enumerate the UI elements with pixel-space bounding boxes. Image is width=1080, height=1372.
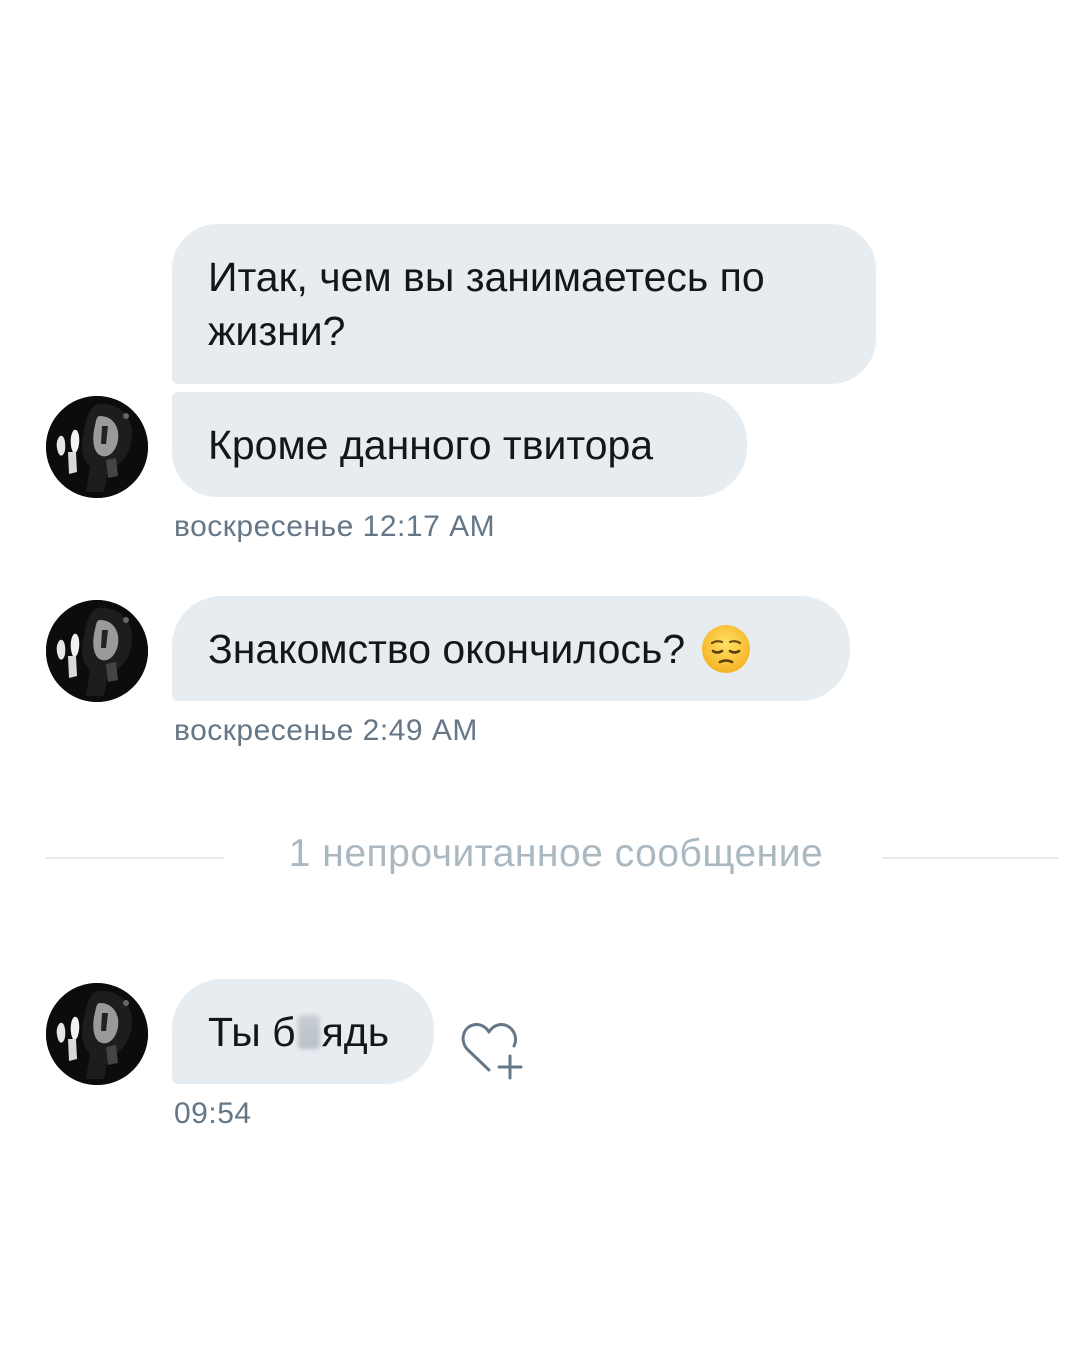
message-text: Знакомство окончилось? <box>208 625 686 672</box>
avatar[interactable] <box>46 983 148 1085</box>
divider-line-right <box>882 857 1058 859</box>
message-text-end: ядь <box>321 1008 390 1055</box>
message-text-start: Ты б <box>208 1008 296 1055</box>
divider-line-left <box>46 857 224 859</box>
message-text: Итак, чем вы занимаетесь по жизни? <box>208 254 765 354</box>
message-bubble[interactable]: Кроме данного твитора <box>172 392 747 497</box>
avatar[interactable] <box>46 600 148 702</box>
message-text: Кроме данного твитора <box>208 421 654 468</box>
message-timestamp: 09:54 <box>174 1097 252 1130</box>
message-bubble[interactable]: Ты б ядь <box>172 979 434 1084</box>
message-bubble[interactable]: Итак, чем вы занимаетесь по жизни? <box>172 224 876 384</box>
unread-divider-label: 1 непрочитанное сообщение <box>288 832 824 875</box>
message-timestamp: воскресенье 2:49 AM <box>174 714 478 747</box>
message-timestamp: воскресенье 12:17 AM <box>174 510 496 543</box>
censored-blur <box>297 1014 320 1049</box>
message-bubble[interactable]: Знакомство окончилось? <box>172 596 850 701</box>
heart-plus-icon[interactable] <box>458 1018 530 1082</box>
avatar[interactable] <box>46 396 148 498</box>
pensive-face-emoji <box>701 624 751 674</box>
